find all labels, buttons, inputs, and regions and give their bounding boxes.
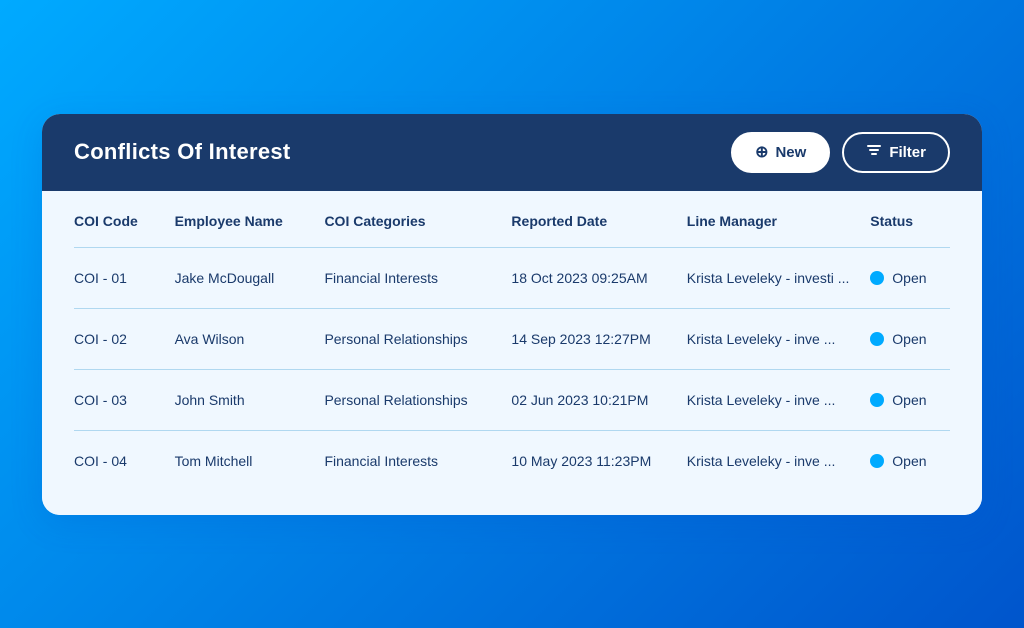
cell-name: Tom Mitchell bbox=[167, 430, 317, 491]
filter-button-label: Filter bbox=[889, 144, 926, 161]
col-header-status: Status bbox=[862, 191, 950, 248]
status-label: Open bbox=[892, 331, 926, 347]
filter-icon bbox=[866, 142, 882, 163]
cell-status: Open bbox=[862, 247, 950, 308]
col-header-cat: COI Categories bbox=[316, 191, 503, 248]
card-header: Conflicts Of Interest ⊕ New Filter bbox=[42, 114, 982, 191]
table-row[interactable]: COI - 04Tom MitchellFinancial Interests1… bbox=[74, 430, 950, 491]
cell-date: 14 Sep 2023 12:27PM bbox=[503, 308, 678, 369]
cell-date: 10 May 2023 11:23PM bbox=[503, 430, 678, 491]
new-button-label: New bbox=[775, 144, 806, 161]
status-dot bbox=[870, 332, 884, 346]
table-row[interactable]: COI - 01Jake McDougallFinancial Interest… bbox=[74, 247, 950, 308]
cell-category: Financial Interests bbox=[316, 430, 503, 491]
cell-manager: Krista Leveleky - inve ... bbox=[679, 369, 863, 430]
status-label: Open bbox=[892, 453, 926, 469]
col-header-code: COI Code bbox=[74, 191, 167, 248]
coi-table: COI Code Employee Name COI Categories Re… bbox=[74, 191, 950, 491]
status-dot bbox=[870, 454, 884, 468]
cell-code: COI - 01 bbox=[74, 247, 167, 308]
cell-status: Open bbox=[862, 430, 950, 491]
header-actions: ⊕ New Filter bbox=[731, 132, 950, 173]
cell-code: COI - 03 bbox=[74, 369, 167, 430]
filter-button[interactable]: Filter bbox=[842, 132, 950, 173]
cell-category: Financial Interests bbox=[316, 247, 503, 308]
cell-manager: Krista Leveleky - investi ... bbox=[679, 247, 863, 308]
page-title: Conflicts Of Interest bbox=[74, 139, 291, 165]
cell-name: Ava Wilson bbox=[167, 308, 317, 369]
cell-manager: Krista Leveleky - inve ... bbox=[679, 308, 863, 369]
cell-code: COI - 04 bbox=[74, 430, 167, 491]
cell-manager: Krista Leveleky - inve ... bbox=[679, 430, 863, 491]
col-header-manager: Line Manager bbox=[679, 191, 863, 248]
table-header-row: COI Code Employee Name COI Categories Re… bbox=[74, 191, 950, 248]
cell-status: Open bbox=[862, 369, 950, 430]
table-row[interactable]: COI - 02Ava WilsonPersonal Relationships… bbox=[74, 308, 950, 369]
cell-category: Personal Relationships bbox=[316, 369, 503, 430]
cell-date: 02 Jun 2023 10:21PM bbox=[503, 369, 678, 430]
status-dot bbox=[870, 393, 884, 407]
cell-code: COI - 02 bbox=[74, 308, 167, 369]
main-card: Conflicts Of Interest ⊕ New Filter COI C… bbox=[42, 114, 982, 515]
cell-date: 18 Oct 2023 09:25AM bbox=[503, 247, 678, 308]
status-label: Open bbox=[892, 270, 926, 286]
cell-status: Open bbox=[862, 308, 950, 369]
table-row[interactable]: COI - 03John SmithPersonal Relationships… bbox=[74, 369, 950, 430]
status-label: Open bbox=[892, 392, 926, 408]
cell-name: John Smith bbox=[167, 369, 317, 430]
plus-icon: ⊕ bbox=[755, 142, 768, 162]
cell-category: Personal Relationships bbox=[316, 308, 503, 369]
col-header-name: Employee Name bbox=[167, 191, 317, 248]
col-header-date: Reported Date bbox=[503, 191, 678, 248]
new-button[interactable]: ⊕ New bbox=[731, 132, 830, 173]
card-body: COI Code Employee Name COI Categories Re… bbox=[42, 191, 982, 515]
status-dot bbox=[870, 271, 884, 285]
cell-name: Jake McDougall bbox=[167, 247, 317, 308]
